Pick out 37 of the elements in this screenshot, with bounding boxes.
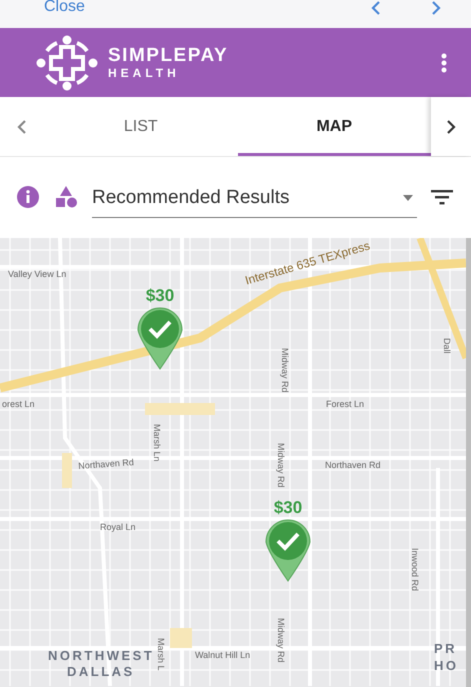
map-street-label: Marsh Ln: [152, 424, 162, 462]
map-street-label: Inwood Rd: [410, 548, 420, 592]
brand-name: SIMPLEPAY: [108, 46, 228, 66]
map-area-label: DALLAS: [67, 664, 135, 679]
map-area-label: PR: [434, 641, 458, 656]
map-street-label: Forest Ln: [326, 399, 364, 409]
tab-scroll-right-icon[interactable]: [444, 118, 458, 134]
filter-icon[interactable]: [431, 189, 453, 205]
map-street-label: Midway Rd: [280, 348, 290, 393]
tab-scroll-left-icon[interactable]: [15, 118, 29, 134]
shapes-icon: [54, 185, 78, 209]
map-pin-icon[interactable]: [264, 518, 312, 582]
map-pin-icon[interactable]: [136, 306, 184, 370]
more-options-icon[interactable]: [441, 52, 447, 72]
map-street-label: Midway Rd: [276, 443, 286, 488]
map-street-label: Midway Rd: [276, 618, 286, 663]
map-area-label: HO: [434, 658, 458, 673]
price-label: $30: [274, 498, 302, 518]
back-chevron-icon[interactable]: [369, 0, 383, 16]
map-street-label: Northaven Rd: [78, 457, 134, 471]
sort-dropdown[interactable]: Recommended Results: [92, 178, 417, 218]
forward-chevron-icon[interactable]: [429, 0, 443, 16]
map-street-label: Royal Ln: [100, 522, 136, 532]
info-icon[interactable]: [16, 185, 40, 209]
caret-icon: [403, 194, 413, 200]
tab[interactable]: LIST: [44, 97, 238, 156]
map-street-label: Northaven Rd: [325, 460, 381, 470]
logo-icon: [36, 34, 98, 90]
brand-subtitle: HEALTH: [108, 66, 181, 80]
map-street-label: Valley View Ln: [8, 269, 66, 279]
map-street-label: orest Ln: [2, 399, 35, 409]
map-street-label: Dall: [442, 338, 452, 354]
price-label: $30: [146, 286, 174, 306]
map-street-label: Marsh L: [156, 638, 166, 671]
map-street-label: Walnut Hill Ln: [195, 650, 250, 660]
map-area-label: NORTHWEST: [48, 648, 154, 663]
map-street-label: Interstate 635 TEXpress: [244, 240, 371, 286]
